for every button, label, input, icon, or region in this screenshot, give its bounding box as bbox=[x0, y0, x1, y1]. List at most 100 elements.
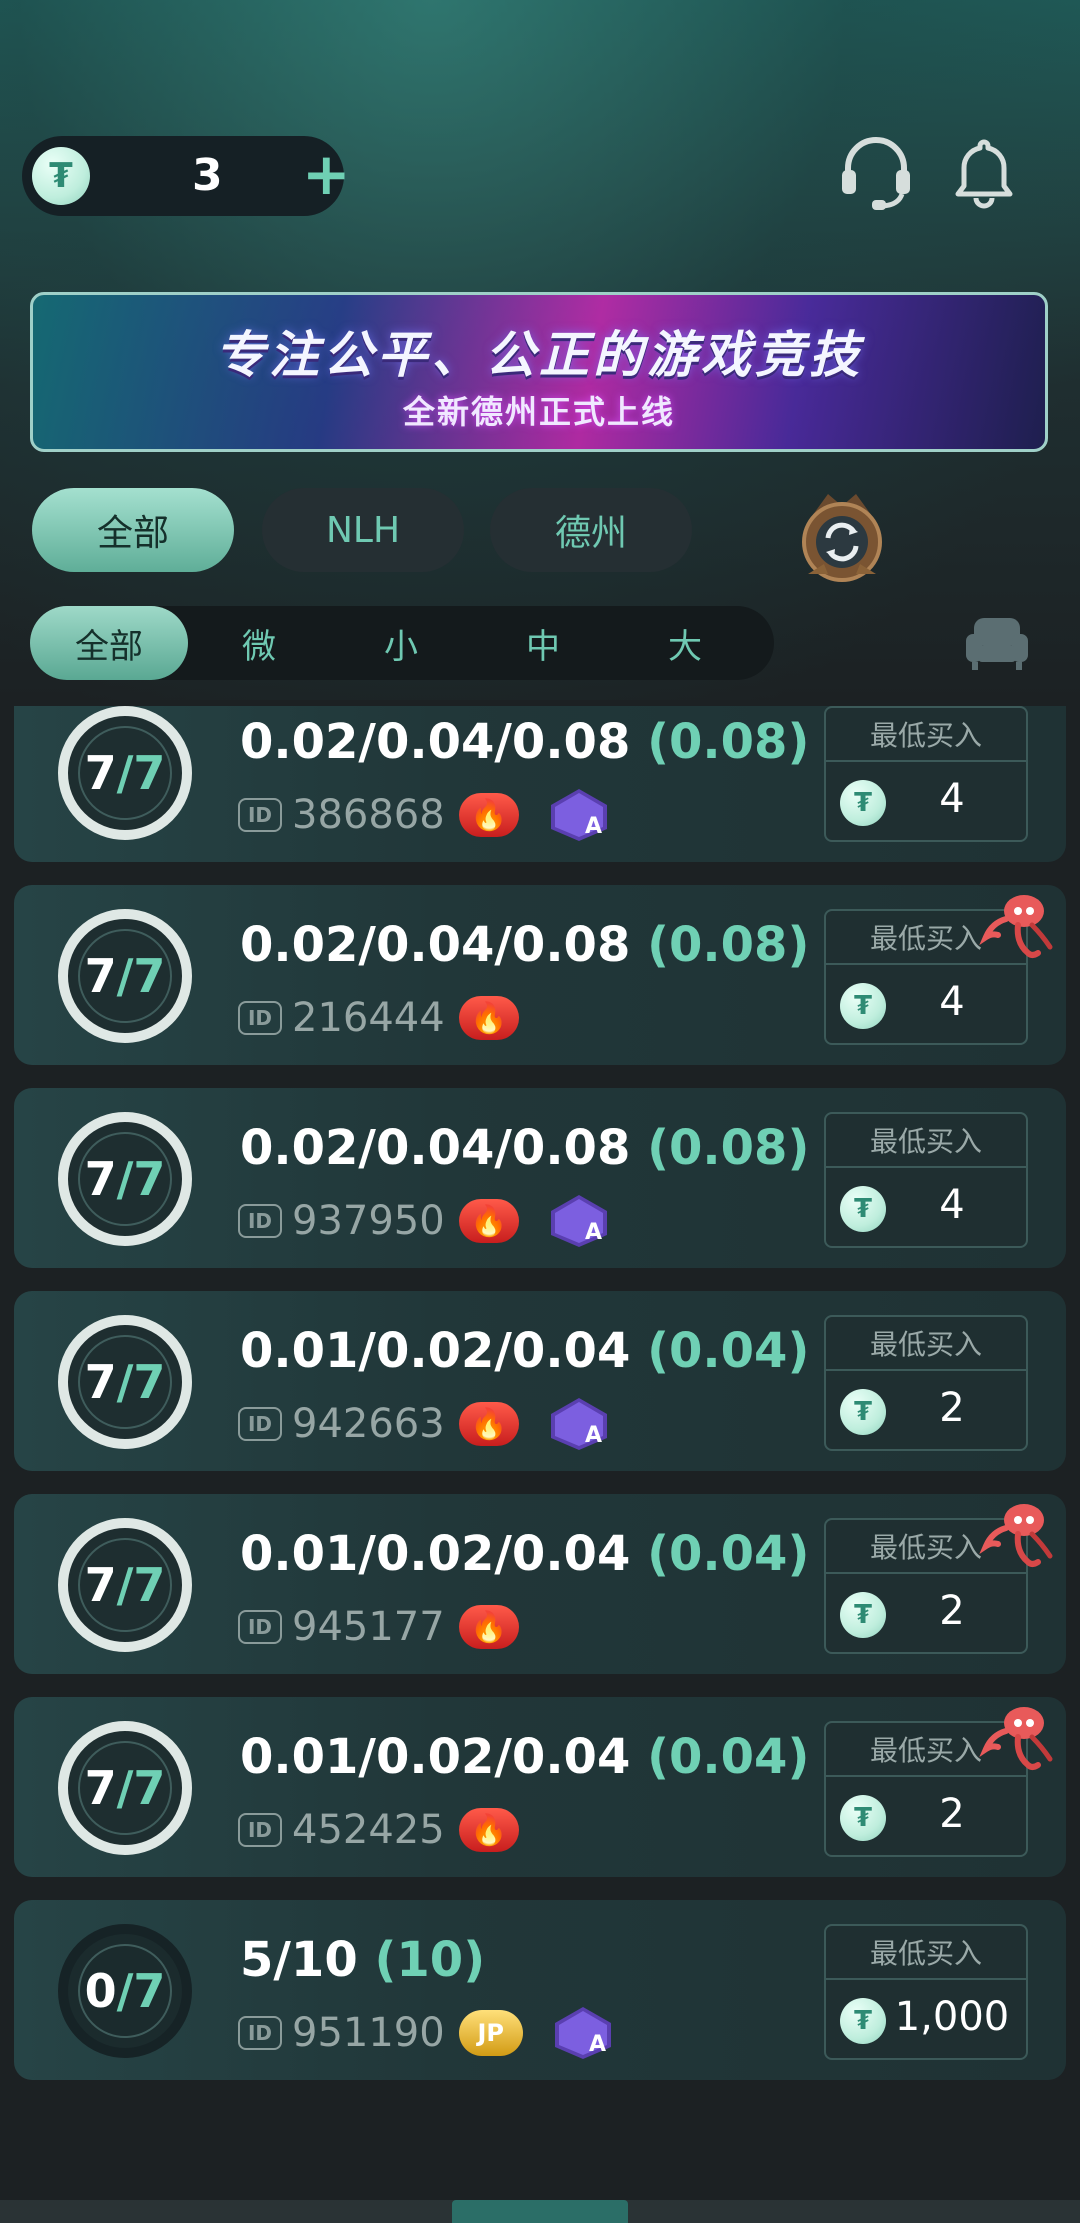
id-icon: ID bbox=[238, 2016, 282, 2050]
blinds-value: 0.01/0.02/0.04 bbox=[240, 1729, 631, 1785]
bottom-tab-indicator bbox=[452, 2200, 628, 2223]
stake-tab-small[interactable]: 小 bbox=[330, 606, 472, 680]
min-buyin-value: 4 bbox=[939, 979, 965, 1025]
table-id: 216444 bbox=[292, 995, 445, 1041]
seat-text: 0/7 bbox=[85, 1964, 166, 2018]
jackpot-badge: JP bbox=[458, 2010, 523, 2056]
ai-badge-icon: A bbox=[547, 787, 611, 843]
table-card[interactable]: 7/7 0.01/0.02/0.04 (0.04) ID 945177 🔥 最低… bbox=[14, 1494, 1066, 1674]
min-buyin-box: 最低买入 ₮ 1,000 bbox=[824, 1924, 1028, 2060]
tether-coin-icon: ₮ bbox=[32, 147, 90, 205]
id-icon: ID bbox=[238, 1610, 282, 1644]
refresh-badge-icon[interactable] bbox=[790, 486, 894, 590]
sofa-icon[interactable] bbox=[964, 612, 1030, 672]
fire-icon: 🔥 bbox=[458, 793, 519, 837]
blinds-value: 0.02/0.04/0.08 bbox=[240, 917, 631, 973]
tether-coin-icon: ₮ bbox=[840, 1389, 886, 1435]
tether-coin-icon: ₮ bbox=[840, 780, 886, 826]
ante-value: (0.04) bbox=[647, 1323, 810, 1379]
min-buyin-label: 最低买入 bbox=[869, 1328, 982, 1361]
id-icon: ID bbox=[238, 798, 282, 832]
table-card[interactable]: 0/7 5/10 (10) ID 951190 JP A 最低买入 ₮ 1,00… bbox=[14, 1900, 1066, 2080]
stake-tab-large[interactable]: 大 bbox=[614, 606, 756, 680]
blinds: 0.02/0.04/0.08 (0.08) bbox=[240, 917, 809, 973]
table-id-row: ID 945177 🔥 bbox=[238, 1602, 519, 1652]
min-buyin-box: 最低买入 ₮ 4 bbox=[824, 706, 1028, 842]
squid-icon bbox=[979, 1504, 1053, 1567]
tab-nlh[interactable]: NLH bbox=[262, 488, 464, 572]
tether-coin-icon: ₮ bbox=[840, 1795, 886, 1841]
min-buyin-value: 4 bbox=[939, 1182, 965, 1228]
balance-value: 3 bbox=[192, 150, 223, 201]
table-card[interactable]: 7/7 0.02/0.04/0.08 (0.08) ID 386868 🔥 A … bbox=[14, 706, 1066, 862]
fire-icon: 🔥 bbox=[458, 1199, 519, 1243]
ante-value: (0.08) bbox=[647, 714, 810, 770]
max-seats: /7 bbox=[116, 949, 166, 1003]
ai-badge-icon: A bbox=[547, 1193, 611, 1249]
squid-icon bbox=[979, 1707, 1053, 1770]
min-buyin-value: 2 bbox=[939, 1791, 965, 1837]
seated-count: 0 bbox=[84, 1964, 117, 2018]
ante-value: (0.08) bbox=[647, 917, 810, 973]
table-id: 452425 bbox=[292, 1807, 445, 1853]
table-id-row: ID 951190 JP A bbox=[238, 2007, 615, 2059]
ante-value: (0.04) bbox=[647, 1526, 810, 1582]
table-id: 386868 bbox=[292, 792, 445, 838]
seat-count: 7/7 bbox=[58, 1112, 192, 1246]
banner-subtitle: 全新德州正式上线 bbox=[402, 393, 675, 431]
add-funds-button[interactable]: + bbox=[302, 144, 351, 204]
tether-coin-icon: ₮ bbox=[840, 1592, 886, 1638]
max-seats: /7 bbox=[116, 1761, 166, 1815]
fire-icon: 🔥 bbox=[458, 1605, 519, 1649]
seated-count: 7 bbox=[84, 1558, 117, 1612]
seat-count: 7/7 bbox=[58, 1518, 192, 1652]
seat-text: 7/7 bbox=[85, 1558, 166, 1612]
min-buyin-label: 最低买入 bbox=[869, 1937, 982, 1970]
blinds-value: 0.01/0.02/0.04 bbox=[240, 1323, 631, 1379]
id-icon: ID bbox=[238, 1407, 282, 1441]
table-card[interactable]: 7/7 0.01/0.02/0.04 (0.04) ID 452425 🔥 最低… bbox=[14, 1697, 1066, 1877]
tab-all[interactable]: 全部 bbox=[32, 488, 234, 572]
ai-badge-letter: A bbox=[585, 814, 602, 839]
min-buyin-box: 最低买入 ₮ 4 bbox=[824, 1112, 1028, 1248]
seat-count: 7/7 bbox=[58, 706, 192, 840]
stake-tab-medium[interactable]: 中 bbox=[472, 606, 614, 680]
min-buyin-value: 1,000 bbox=[894, 1994, 1010, 2040]
banner-title: 专注公平、公正的游戏竞技 bbox=[215, 326, 863, 384]
stake-tab-all[interactable]: 全部 bbox=[30, 606, 188, 680]
blinds-value: 0.01/0.02/0.04 bbox=[240, 1526, 631, 1582]
seated-count: 7 bbox=[84, 746, 117, 800]
seat-count: 7/7 bbox=[58, 909, 192, 1043]
max-seats: /7 bbox=[116, 1152, 166, 1206]
blinds: 0.02/0.04/0.08 (0.08) bbox=[240, 714, 809, 770]
table-card[interactable]: 7/7 0.02/0.04/0.08 (0.08) ID 216444 🔥 最低… bbox=[14, 885, 1066, 1065]
table-card[interactable]: 7/7 0.02/0.04/0.08 (0.08) ID 937950 🔥 A … bbox=[14, 1088, 1066, 1268]
blinds: 0.02/0.04/0.08 (0.08) bbox=[240, 1120, 809, 1176]
ante-value: (0.08) bbox=[647, 1120, 810, 1176]
stake-tab-micro[interactable]: 微 bbox=[188, 606, 330, 680]
ai-badge-letter: A bbox=[585, 1423, 602, 1448]
blinds: 5/10 (10) bbox=[240, 1932, 485, 1988]
tab-texas[interactable]: 德州 bbox=[490, 488, 692, 572]
min-buyin-label: 最低买入 bbox=[869, 1125, 982, 1158]
bell-icon[interactable] bbox=[944, 132, 1024, 212]
table-id: 937950 bbox=[292, 1198, 445, 1244]
seated-count: 7 bbox=[84, 1355, 117, 1409]
table-id: 945177 bbox=[292, 1604, 445, 1650]
ai-badge-icon: A bbox=[547, 1396, 611, 1452]
balance-pill[interactable]: ₮ 3 + bbox=[22, 136, 351, 216]
promo-banner[interactable]: 专注公平、公正的游戏竞技 全新德州正式上线 bbox=[30, 292, 1048, 452]
headset-icon[interactable] bbox=[836, 132, 916, 212]
squid-icon bbox=[979, 895, 1053, 958]
id-icon: ID bbox=[238, 1813, 282, 1847]
seat-text: 7/7 bbox=[85, 1152, 166, 1206]
ai-badge-letter: A bbox=[589, 2032, 606, 2057]
min-buyin-value: 2 bbox=[939, 1588, 965, 1634]
seat-count: 7/7 bbox=[58, 1721, 192, 1855]
tether-coin-icon: ₮ bbox=[840, 1186, 886, 1232]
table-card[interactable]: 7/7 0.01/0.02/0.04 (0.04) ID 942663 🔥 A … bbox=[14, 1291, 1066, 1471]
blinds-value: 0.02/0.04/0.08 bbox=[240, 1120, 631, 1176]
table-id: 951190 bbox=[292, 2010, 445, 2056]
seat-text: 7/7 bbox=[85, 1761, 166, 1815]
max-seats: /7 bbox=[116, 1355, 166, 1409]
